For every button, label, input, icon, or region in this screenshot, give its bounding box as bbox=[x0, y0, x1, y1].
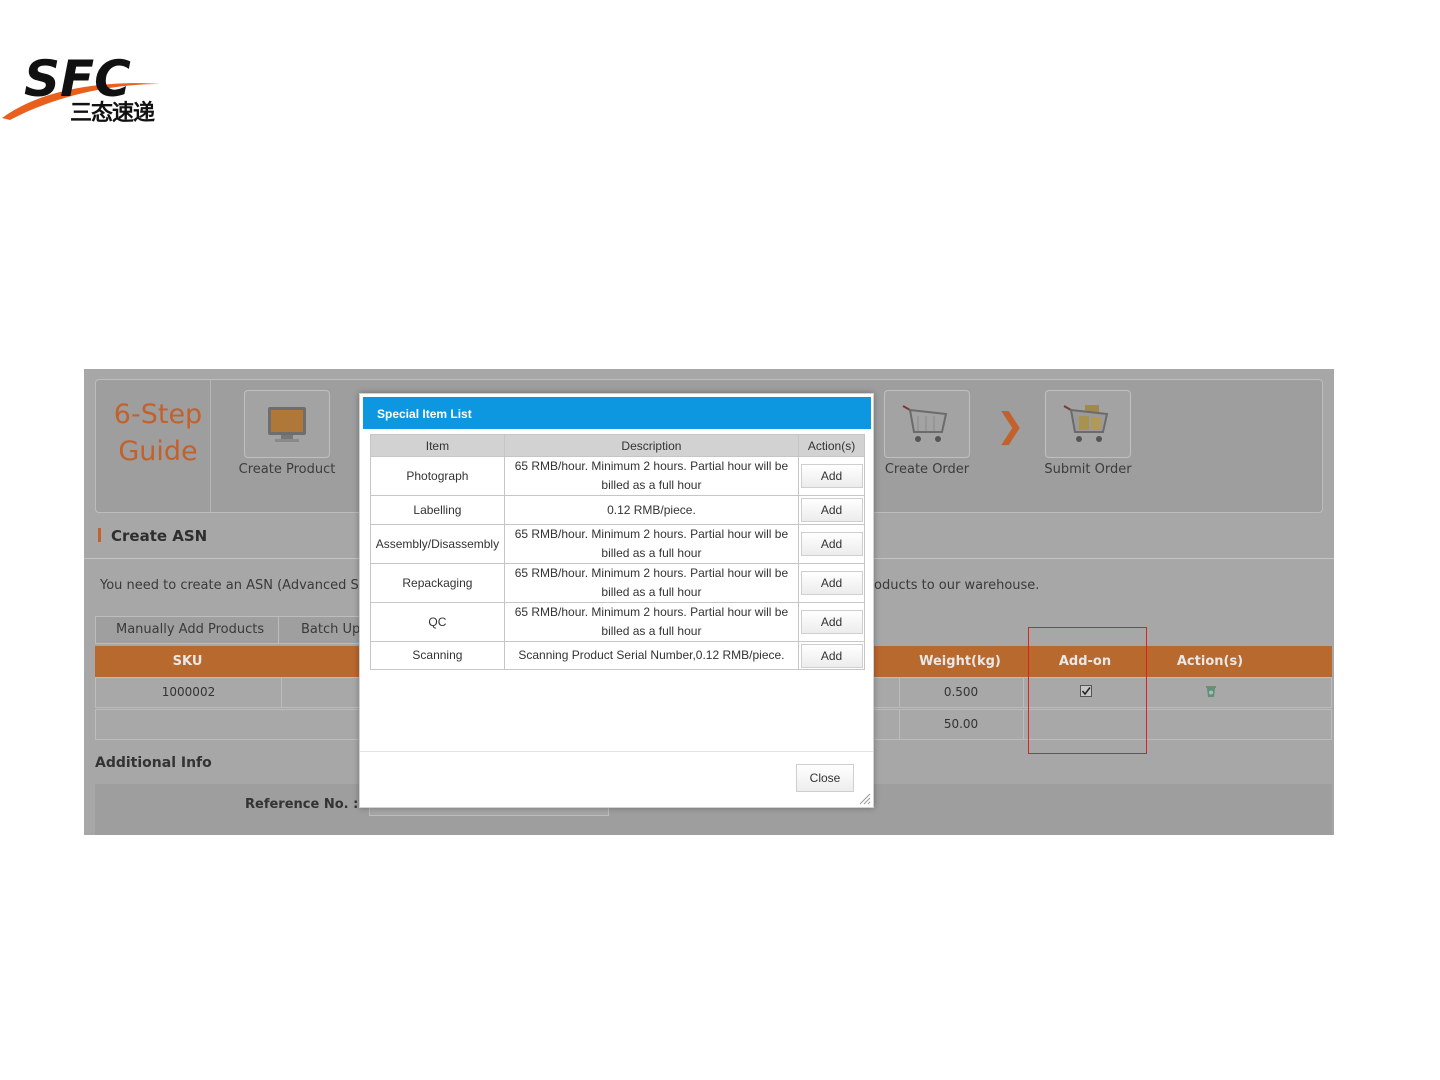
step-label: Create Order bbox=[884, 462, 970, 477]
table-row: Photograph 65 RMB/hour. Minimum 2 hours.… bbox=[370, 456, 865, 496]
close-button[interactable]: Close bbox=[796, 764, 854, 792]
item-name: Repackaging bbox=[370, 563, 505, 603]
cart-boxes-icon bbox=[1063, 405, 1109, 442]
item-name: Labelling bbox=[370, 495, 505, 525]
item-description: 65 RMB/hour. Minimum 2 hours. Partial ho… bbox=[503, 563, 800, 603]
table-row: QC 65 RMB/hour. Minimum 2 hours. Partial… bbox=[370, 602, 865, 642]
item-description: Scanning Product Serial Number,0.12 RMB/… bbox=[503, 641, 800, 670]
add-button[interactable]: Add bbox=[800, 571, 863, 595]
highlight-box bbox=[1028, 627, 1147, 754]
item-name: Photograph bbox=[370, 456, 505, 496]
item-description: 65 RMB/hour. Minimum 2 hours. Partial ho… bbox=[503, 456, 800, 496]
tab-manually-add-products[interactable]: Manually Add Products bbox=[95, 616, 286, 644]
cell-total-weight: 50.00 bbox=[943, 717, 979, 731]
guide-title: 6-Step Guide bbox=[113, 399, 203, 467]
col-item: Item bbox=[370, 434, 505, 457]
step-create-order[interactable]: Create Order bbox=[872, 390, 982, 477]
add-button[interactable]: Add bbox=[800, 643, 863, 668]
additional-info-title: Additional Info bbox=[95, 755, 212, 771]
col-actions: Action(s) bbox=[798, 434, 865, 457]
section-marker bbox=[98, 528, 101, 542]
item-name: Scanning bbox=[370, 641, 505, 670]
step-arrow-icon: ❯ bbox=[996, 406, 1025, 446]
cell-sku: 1000002 bbox=[161, 685, 216, 699]
step-submit-order[interactable]: Submit Order bbox=[1033, 390, 1143, 477]
step-label: Create Product bbox=[238, 462, 336, 477]
item-description: 65 RMB/hour. Minimum 2 hours. Partial ho… bbox=[503, 524, 800, 564]
table-row: Scanning Scanning Product Serial Number,… bbox=[370, 641, 865, 670]
special-item-table: Item Description Action(s) Photograph 65… bbox=[370, 434, 865, 670]
cell-weight: 0.500 bbox=[943, 685, 979, 699]
item-name: QC bbox=[370, 602, 505, 642]
special-item-list-dialog: Special Item List Item Description Actio… bbox=[359, 393, 874, 808]
col-sku: SKU bbox=[172, 654, 203, 669]
cart-icon bbox=[902, 405, 948, 442]
logo-subtext: 三态速递 bbox=[70, 101, 155, 126]
item-description: 0.12 RMB/piece. bbox=[503, 495, 800, 525]
item-name: Assembly/Disassembly bbox=[370, 524, 505, 564]
step-create-product[interactable]: Create Product bbox=[232, 390, 342, 477]
trash-icon[interactable] bbox=[1204, 684, 1218, 698]
monitor-icon bbox=[268, 407, 306, 442]
dialog-title: Special Item List bbox=[363, 397, 871, 429]
section-title: Create ASN bbox=[98, 527, 207, 545]
table-row: Repackaging 65 RMB/hour. Minimum 2 hours… bbox=[370, 563, 865, 603]
table-row: Labelling 0.12 RMB/piece. Add bbox=[370, 495, 865, 525]
add-button[interactable]: Add bbox=[800, 532, 863, 556]
item-description: 65 RMB/hour. Minimum 2 hours. Partial ho… bbox=[503, 602, 800, 642]
add-button[interactable]: Add bbox=[800, 464, 863, 488]
add-button[interactable]: Add bbox=[800, 610, 863, 634]
resize-handle-icon[interactable] bbox=[857, 791, 871, 805]
guide-separator bbox=[210, 380, 211, 512]
dialog-footer-divider bbox=[360, 751, 873, 752]
reference-label: Reference No. : bbox=[245, 797, 359, 812]
col-actions: Action(s) bbox=[1176, 654, 1244, 669]
col-description: Description bbox=[503, 434, 800, 457]
col-weight: Weight(kg) bbox=[919, 654, 1001, 669]
intro-text: You need to create an ASN (Advanced Ship… bbox=[100, 578, 388, 593]
add-button[interactable]: Add bbox=[800, 498, 863, 522]
step-label: Submit Order bbox=[1044, 462, 1132, 477]
table-row: Assembly/Disassembly 65 RMB/hour. Minimu… bbox=[370, 524, 865, 564]
sfc-logo: SFC 三态速递 bbox=[0, 40, 170, 130]
intro-text-tail: oducts to our warehouse. bbox=[874, 578, 1040, 593]
